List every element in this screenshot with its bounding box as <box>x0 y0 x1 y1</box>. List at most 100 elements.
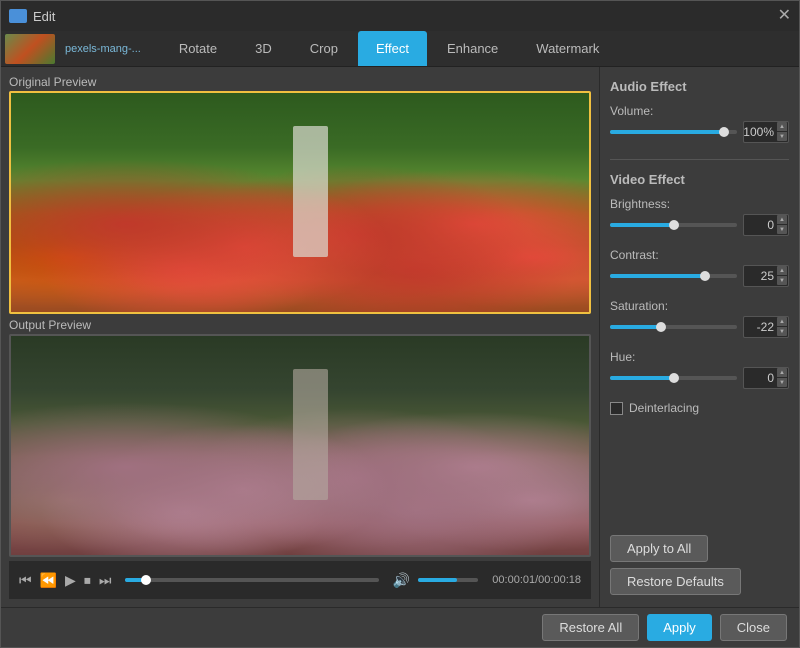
hue-label: Hue: <box>610 350 789 364</box>
brightness-value: 0 <box>767 218 774 232</box>
hue-control: Hue: 0 ▲ ▼ <box>610 350 789 389</box>
volume-value: 100% <box>743 125 774 139</box>
thumbnail-image <box>5 34 55 64</box>
saturation-control: Saturation: -22 ▲ ▼ <box>610 299 789 338</box>
contrast-label: Contrast: <box>610 248 789 262</box>
deinterlacing-row: Deinterlacing <box>610 401 789 415</box>
brightness-input-wrapper: 0 ▲ ▼ <box>743 214 789 236</box>
saturation-slider-thumb[interactable] <box>656 322 666 332</box>
volume-label: Volume: <box>610 104 789 118</box>
brightness-slider-thumb[interactable] <box>669 220 679 230</box>
volume-slider-thumb[interactable] <box>719 127 729 137</box>
tab-3d[interactable]: 3D <box>237 31 290 66</box>
output-preview-container: Output Preview <box>9 318 591 557</box>
deinterlacing-checkbox[interactable] <box>610 402 623 415</box>
volume-input-wrapper: 100% ▲ ▼ <box>743 121 789 143</box>
tab-rotate[interactable]: Rotate <box>161 31 235 66</box>
contrast-down-arrow[interactable]: ▼ <box>777 276 787 285</box>
title-bar: Edit ✕ <box>1 1 799 31</box>
tab-crop[interactable]: Crop <box>292 31 356 66</box>
volume-slider-fill <box>610 130 724 134</box>
deinterlacing-label: Deinterlacing <box>629 401 699 415</box>
saturation-spinner: ▲ ▼ <box>777 317 787 336</box>
original-preview-box <box>9 91 591 314</box>
tab-enhance[interactable]: Enhance <box>429 31 516 66</box>
saturation-down-arrow[interactable]: ▼ <box>777 327 787 336</box>
hue-up-arrow[interactable]: ▲ <box>777 368 787 377</box>
restore-defaults-button[interactable]: Restore Defaults <box>610 568 741 595</box>
hue-slider[interactable] <box>610 376 737 380</box>
bottom-buttons-row: Restore All Apply Close <box>13 614 787 641</box>
saturation-slider[interactable] <box>610 325 737 329</box>
volume-slider[interactable] <box>610 130 737 134</box>
volume-up-arrow[interactable]: ▲ <box>777 122 787 131</box>
hue-value: 0 <box>767 371 774 385</box>
volume-icon[interactable]: 🔊 <box>393 572 410 589</box>
hue-input-wrapper: 0 ▲ ▼ <box>743 367 789 389</box>
contrast-value: 25 <box>761 269 774 283</box>
brightness-slider[interactable] <box>610 223 737 227</box>
brightness-up-arrow[interactable]: ▲ <box>777 215 787 224</box>
progress-thumb[interactable] <box>141 575 151 585</box>
original-preview-label: Original Preview <box>9 75 591 89</box>
hue-slider-thumb[interactable] <box>669 373 679 383</box>
video-effect-title: Video Effect <box>610 172 789 187</box>
sculpture-overlay-output <box>293 369 328 500</box>
contrast-up-arrow[interactable]: ▲ <box>777 266 787 275</box>
saturation-label: Saturation: <box>610 299 789 313</box>
contrast-slider-thumb[interactable] <box>700 271 710 281</box>
close-button[interactable]: Close <box>720 614 787 641</box>
saturation-value: -22 <box>757 320 774 334</box>
tab-bar: pexels-mang-... Rotate 3D Crop Effect En… <box>1 31 799 67</box>
skip-forward-button[interactable]: ⏭ <box>99 572 112 589</box>
file-thumbnail <box>5 34 55 64</box>
volume-fill <box>418 578 457 582</box>
step-back-button[interactable]: ⏪ <box>40 572 57 589</box>
contrast-slider-row: 25 ▲ ▼ <box>610 265 789 287</box>
app-icon <box>9 9 27 23</box>
saturation-slider-row: -22 ▲ ▼ <box>610 316 789 338</box>
volume-slider-row: 100% ▲ ▼ <box>610 121 789 143</box>
preview-panel: Original Preview Output Preview <box>1 67 599 607</box>
contrast-slider[interactable] <box>610 274 737 278</box>
volume-bar[interactable] <box>418 578 478 582</box>
brightness-label: Brightness: <box>610 197 789 211</box>
saturation-input-wrapper: -22 ▲ ▼ <box>743 316 789 338</box>
title-bar-left: Edit <box>9 9 55 24</box>
close-window-button[interactable]: ✕ <box>778 8 791 24</box>
divider-1 <box>610 159 789 160</box>
play-button[interactable]: ▶ <box>65 572 76 589</box>
apply-button[interactable]: Apply <box>647 614 712 641</box>
saturation-slider-fill <box>610 325 661 329</box>
bottom-buttons-panel: Restore All Apply Close <box>1 607 799 647</box>
file-name: pexels-mang-... <box>65 43 141 55</box>
playback-controls: ⏮ ⏪ ▶ ⏹ ⏭ 🔊 00:00:01/00:00:18 <box>9 561 591 599</box>
hue-down-arrow[interactable]: ▼ <box>777 378 787 387</box>
hue-slider-row: 0 ▲ ▼ <box>610 367 789 389</box>
skip-back-button[interactable]: ⏮ <box>19 572 32 589</box>
apply-to-all-button[interactable]: Apply to All <box>610 535 708 562</box>
panel-action-buttons: Apply to All Restore Defaults <box>610 535 789 595</box>
saturation-up-arrow[interactable]: ▲ <box>777 317 787 326</box>
hue-slider-fill <box>610 376 674 380</box>
brightness-slider-row: 0 ▲ ▼ <box>610 214 789 236</box>
contrast-slider-fill <box>610 274 705 278</box>
stop-button[interactable]: ⏹ <box>84 572 91 589</box>
time-display: 00:00:01/00:00:18 <box>492 574 581 586</box>
tabs-container: Rotate 3D Crop Effect Enhance Watermark <box>161 31 618 66</box>
restore-all-button[interactable]: Restore All <box>542 614 639 641</box>
edit-window: Edit ✕ pexels-mang-... Rotate 3D Crop Ef… <box>0 0 800 648</box>
audio-effect-title: Audio Effect <box>610 79 789 94</box>
tab-watermark[interactable]: Watermark <box>518 31 617 66</box>
brightness-control: Brightness: 0 ▲ ▼ <box>610 197 789 236</box>
contrast-control: Contrast: 25 ▲ ▼ <box>610 248 789 287</box>
brightness-down-arrow[interactable]: ▼ <box>777 225 787 234</box>
progress-bar[interactable] <box>125 578 378 582</box>
output-preview-label: Output Preview <box>9 318 591 332</box>
tab-effect[interactable]: Effect <box>358 31 427 66</box>
brightness-spinner: ▲ ▼ <box>777 215 787 234</box>
volume-down-arrow[interactable]: ▼ <box>777 132 787 141</box>
brightness-slider-fill <box>610 223 674 227</box>
window-title: Edit <box>33 9 55 24</box>
original-preview-container: Original Preview <box>9 75 591 314</box>
